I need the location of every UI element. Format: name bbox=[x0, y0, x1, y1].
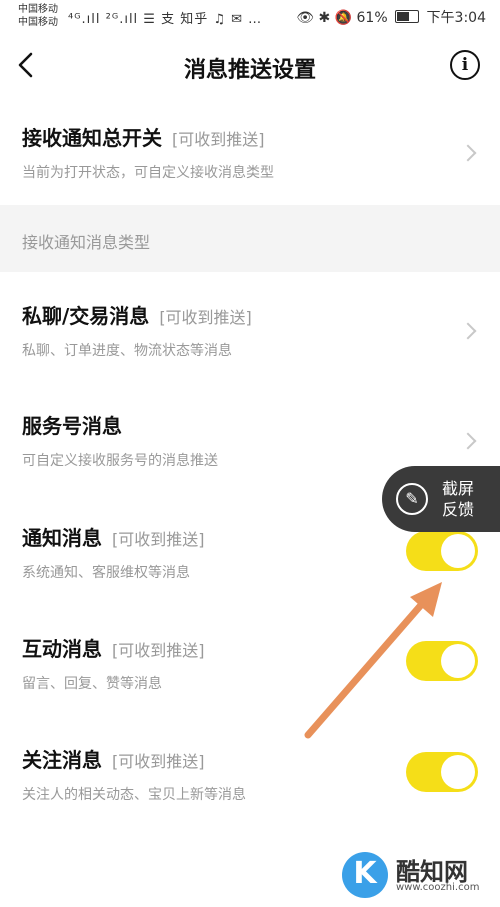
page-title: 消息推送设置 bbox=[183, 58, 316, 83]
follow-toggle[interactable] bbox=[406, 752, 478, 792]
carrier-1: 中国移动 bbox=[18, 4, 58, 15]
item-title: 互动消息 [可收到推送] bbox=[22, 633, 205, 662]
item-title-text: 互动消息 bbox=[22, 637, 102, 661]
item-status: [可收到推送] bbox=[112, 530, 205, 549]
item-title: 关注消息 [可收到推送] bbox=[22, 744, 205, 773]
item-desc: 关注人的相关动态、宝贝上新等消息 bbox=[22, 787, 246, 803]
item-status: [可收到推送] bbox=[112, 752, 205, 771]
item-desc: 留言、回复、赞等消息 bbox=[22, 676, 162, 692]
master-switch-row[interactable]: 接收通知总开关 [可收到推送] 当前为打开状态，可自定义接收消息类型 bbox=[0, 96, 500, 205]
toggle-knob bbox=[441, 644, 475, 678]
master-title-text: 接收通知总开关 bbox=[22, 126, 162, 150]
item-title-text: 关注消息 bbox=[22, 748, 102, 772]
item-status: [可收到推送] bbox=[159, 308, 252, 327]
master-status: [可收到推送] bbox=[172, 130, 265, 149]
section-header: 接收通知消息类型 bbox=[0, 205, 500, 272]
watermark-url: www.coozhi.com bbox=[396, 882, 480, 893]
item-desc: 可自定义接收服务号的消息推送 bbox=[22, 453, 218, 469]
list-item-private-trade[interactable]: 私聊/交易消息 [可收到推送] 私聊、订单进度、物流状态等消息 bbox=[0, 272, 500, 382]
feedback-line2: 反馈 bbox=[442, 500, 475, 519]
section-label: 接收通知消息类型 bbox=[22, 233, 151, 252]
app-header: 消息推送设置 i bbox=[0, 36, 500, 96]
item-title: 通知消息 [可收到推送] bbox=[22, 522, 205, 551]
master-title: 接收通知总开关 [可收到推送] bbox=[22, 122, 265, 151]
list-item-follow: 关注消息 [可收到推送] 关注人的相关动态、宝贝上新等消息 bbox=[0, 716, 500, 828]
status-bar: 中国移动 中国移动 ⁴ᴳ.ıll ²ᴳ.ıll ☰ 支 知乎 ♫ ✉ … 👁 ✱… bbox=[0, 0, 500, 36]
item-title: 私聊/交易消息 [可收到推送] bbox=[22, 300, 252, 329]
interaction-toggle[interactable] bbox=[406, 641, 478, 681]
item-title: 服务号消息 bbox=[22, 410, 122, 439]
feedback-label: 截屏 反馈 bbox=[442, 478, 482, 520]
list-item-interaction: 互动消息 [可收到推送] 留言、回复、赞等消息 bbox=[0, 605, 500, 716]
info-icon: i bbox=[461, 55, 469, 75]
status-right: 👁 ✱ 🔕 61% 下午3:04 bbox=[296, 7, 486, 27]
item-title-text: 服务号消息 bbox=[22, 414, 122, 438]
carrier-labels: 中国移动 中国移动 bbox=[18, 3, 58, 29]
item-title-text: 通知消息 bbox=[22, 526, 102, 550]
pen-icon: ✎ bbox=[396, 483, 428, 515]
status-time: 下午3:04 bbox=[426, 10, 486, 26]
item-status: [可收到推送] bbox=[112, 641, 205, 660]
chevron-right-icon bbox=[459, 144, 477, 162]
chevron-right-icon bbox=[459, 322, 477, 340]
carrier-2: 中国移动 bbox=[18, 17, 58, 28]
battery-icon bbox=[395, 10, 420, 23]
toggle-knob bbox=[441, 755, 475, 789]
feedback-line1: 截屏 bbox=[442, 479, 475, 498]
status-icons: ⁴ᴳ.ıll ²ᴳ.ıll ☰ 支 知乎 ♫ ✉ … bbox=[68, 12, 263, 27]
notification-toggle[interactable] bbox=[406, 531, 478, 571]
chevron-right-icon bbox=[459, 432, 477, 450]
toggle-knob bbox=[441, 534, 475, 568]
status-indicators: 👁 ✱ 🔕 61% bbox=[296, 10, 388, 26]
master-desc: 当前为打开状态，可自定义接收消息类型 bbox=[22, 165, 274, 181]
info-button[interactable]: i bbox=[450, 50, 480, 80]
item-title-text: 私聊/交易消息 bbox=[22, 304, 150, 328]
item-desc: 系统通知、客服维权等消息 bbox=[22, 565, 190, 581]
watermark-logo: K bbox=[342, 852, 388, 898]
screenshot-feedback-button[interactable]: ✎ 截屏 反馈 bbox=[382, 466, 500, 532]
item-desc: 私聊、订单进度、物流状态等消息 bbox=[22, 343, 232, 359]
